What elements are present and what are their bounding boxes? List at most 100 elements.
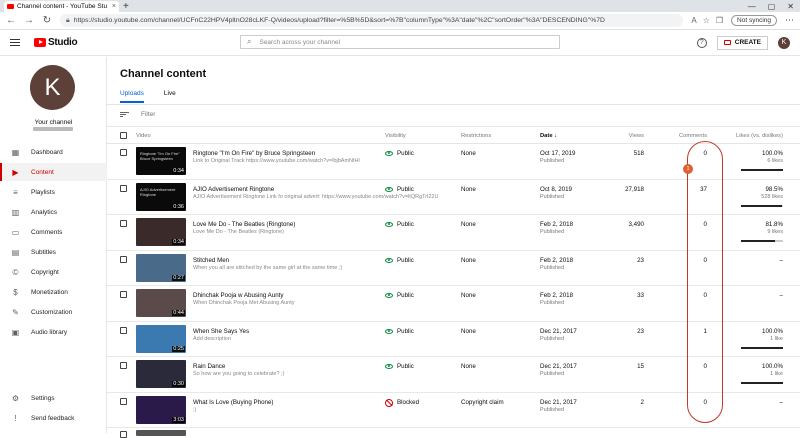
back-icon[interactable]: ← [6,15,16,26]
select-all-checkbox[interactable] [120,132,127,139]
sidebar-item-customization[interactable]: ✎ Customization [0,303,107,321]
sidebar-item-audio-library[interactable]: ▣ Audio library [0,323,107,341]
minimize-icon[interactable]: — [748,2,756,11]
close-window-icon[interactable]: ✕ [787,2,794,11]
tab-uploads[interactable]: Uploads [120,90,144,103]
video-thumbnail[interactable]: AJIO Advertisement Ringtone 0:36 [136,182,186,211]
sidebar-item-copyright[interactable]: © Copyright [0,263,107,281]
visibility-dropdown[interactable]: Public [385,221,414,228]
visibility-dropdown[interactable]: Public [385,292,414,299]
video-duration: 3:03 [172,416,185,423]
row-checkbox[interactable] [120,220,127,227]
video-title[interactable]: Ringtone "I'm On Fire" by Bruce Springst… [193,150,315,157]
url-field[interactable]: 🔒︎ https://studio.youtube.com/channel/UC… [60,14,684,27]
forward-icon[interactable]: → [24,15,34,26]
search-input[interactable]: ⌕ Search across your channel [240,35,560,49]
collections-icon[interactable]: ❒ [716,16,723,25]
sidebar-item-settings[interactable]: ⚙ Settings [0,389,107,407]
search-placeholder: Search across your channel [259,38,341,46]
video-title[interactable]: What Is Love (Buying Phone) [193,399,273,406]
sidebar-item-send-feedback[interactable]: ! Send feedback [0,409,107,427]
visibility-dropdown[interactable]: Public [385,257,414,264]
studio-logo[interactable]: Studio [34,37,78,48]
likes-ratio-bar [741,240,783,242]
visibility-label: Public [397,150,414,157]
visibility-dropdown[interactable]: Blocked [385,398,419,407]
create-button[interactable]: CREATE [716,35,768,50]
column-views[interactable]: Views [607,133,644,139]
browser-tab[interactable]: Channel content - YouTube Stu × [4,1,119,12]
menu-icon[interactable] [10,38,20,47]
row-checkbox[interactable] [120,431,127,438]
video-thumbnail[interactable]: 0:34 [136,218,186,246]
visibility-dropdown[interactable]: Public [385,328,414,335]
sidebar-item-content[interactable]: ▶ Content [0,163,107,181]
visibility-dropdown[interactable]: Public [385,363,414,370]
sort-down-icon: ↓ [554,133,558,139]
favorite-icon[interactable]: ☆ [703,16,710,25]
views-count: 2 [640,398,644,406]
column-visibility[interactable]: Visibility [385,133,406,139]
row-checkbox[interactable] [120,184,127,192]
likes-percent: – [779,256,783,264]
video-title[interactable]: Love Me Do - The Beatles (Ringtone) [193,221,295,228]
not-syncing-button[interactable]: Not syncing [731,15,777,26]
sidebar-item-subtitles[interactable]: ▤ Subtitles [0,243,107,261]
row-checkbox[interactable] [120,397,127,405]
likes-ratio-fill [741,382,783,384]
sidebar-item-label: Audio library [31,328,68,336]
video-title[interactable]: Dhinchak Pooja w Abusing Aunty [193,292,283,299]
header-actions: ? CREATE K [696,35,790,50]
sidebar-item-playlists[interactable]: ≡ Playlists [0,183,107,201]
video-title[interactable]: AJIO Advertisement Ringtone [193,186,274,193]
publish-status: Published [540,264,565,271]
row-checkbox[interactable] [120,255,127,263]
column-comments[interactable]: Comments [667,133,707,139]
visibility-dropdown[interactable]: Public [385,150,414,157]
reload-icon[interactable]: ↻ [42,15,52,26]
sidebar-item-dashboard[interactable]: ▦ Dashboard [0,143,107,161]
video-thumbnail[interactable]: 0:25 [136,324,186,353]
row-checkbox[interactable] [120,149,127,156]
sidebar-item-comments[interactable]: ▭ Comments [0,223,107,241]
visibility-dropdown[interactable]: Public [385,186,414,193]
customization-icon: ✎ [12,307,19,317]
account-avatar[interactable]: K [778,36,790,49]
row-checkbox[interactable] [120,291,127,298]
sidebar-item-label: Subtitles [31,248,56,256]
tabs-divider [107,104,800,105]
sidebar-item-label: Analytics [31,208,58,216]
column-date[interactable]: Date ↓ [540,133,557,139]
youtube-logo-icon [34,38,46,47]
row-checkbox[interactable] [120,362,127,369]
video-thumbnail[interactable]: 0:44 [136,289,186,317]
column-likes[interactable]: Likes (vs. dislikes) [727,133,783,139]
video-title[interactable]: When She Says Yes [193,328,249,335]
video-thumbnail[interactable]: 0:30 [136,360,186,388]
video-thumbnail[interactable]: Ringtone "I'm On Fire" Bruce Springsteen… [136,147,186,175]
views-count: 23 [637,256,644,264]
filter-label: Filter [141,111,156,118]
browser-menu-icon[interactable]: ⋯ [785,15,794,26]
likes-count: 1 like [770,335,783,342]
filter-bar[interactable]: Filter [120,111,155,118]
new-tab-icon[interactable]: + [123,1,129,12]
help-icon[interactable]: ? [696,37,707,48]
eye-icon [385,186,393,192]
sidebar-item-monetization[interactable]: $ Monetization [0,283,107,301]
row-checkbox[interactable] [120,326,127,334]
read-aloud-icon[interactable]: A [691,16,696,25]
close-tab-icon[interactable]: × [112,3,116,10]
sidebar-item-analytics[interactable]: ▥ Analytics [0,203,107,221]
thumbnail-caption: AJIO Advertisement Ringtone [140,186,176,197]
maximize-icon[interactable]: ▢ [768,2,776,11]
video-thumbnail[interactable] [136,430,186,436]
tab-live[interactable]: Live [164,90,176,103]
column-restrictions[interactable]: Restrictions [461,133,491,139]
video-thumbnail[interactable]: 3:03 [136,395,186,424]
video-thumbnail[interactable]: 0:27 [136,253,186,282]
sidebar-item-label: Send feedback [31,414,75,422]
video-title[interactable]: Stitched Men [193,257,229,264]
video-title[interactable]: Rain Dance [193,363,225,370]
channel-avatar[interactable]: K [30,65,75,110]
